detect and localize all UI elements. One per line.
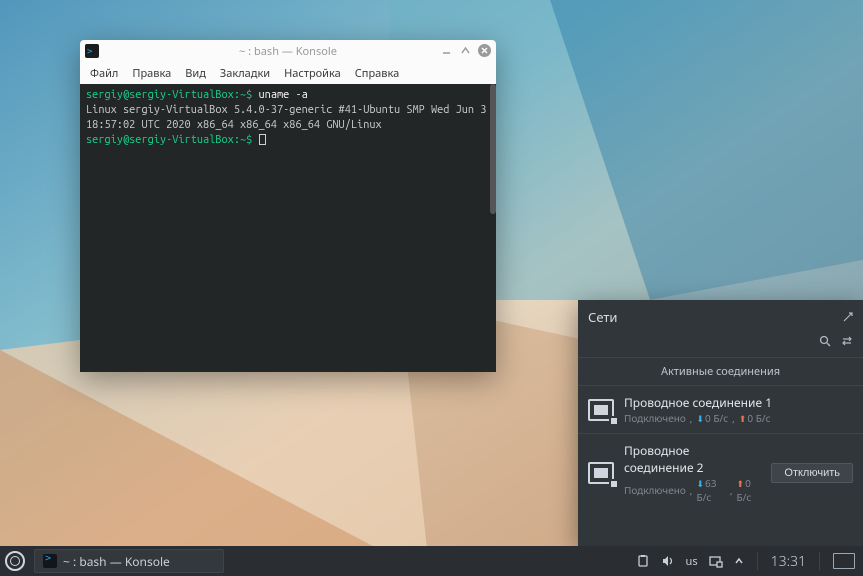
- konsole-app-icon: >: [85, 44, 99, 58]
- prompt: sergiy@sergiy-VirtualBox:~$: [86, 134, 252, 146]
- network-tray-icon[interactable]: [709, 554, 723, 568]
- rate-up: 0 Б/с: [739, 411, 771, 425]
- konsole-window[interactable]: > ~ : bash — Konsole Файл Правка Вид Зак…: [80, 40, 496, 372]
- konsole-icon: [43, 554, 57, 568]
- connection-row[interactable]: Проводное соединение 1 Подключено, 0 Б/с…: [578, 386, 863, 433]
- terminal-cursor: [259, 134, 266, 145]
- connection-name: Проводное соединение 1: [624, 394, 853, 411]
- command: uname -a: [259, 89, 308, 101]
- terminal-scrollbar[interactable]: [490, 84, 496, 214]
- menu-view[interactable]: Вид: [185, 66, 206, 81]
- taskbar-entry-konsole[interactable]: ~ : bash — Konsole: [34, 549, 224, 573]
- task-label: ~ : bash — Konsole: [63, 553, 170, 570]
- disconnect-button[interactable]: Отключить: [771, 463, 853, 483]
- rate-down: 63 Б/с: [696, 476, 725, 504]
- connection-name: Проводное соединение 2: [624, 442, 761, 476]
- refresh-icon[interactable]: [841, 334, 853, 351]
- network-title: Сети: [588, 308, 617, 326]
- menu-bookmarks[interactable]: Закладки: [220, 66, 270, 81]
- menu-file[interactable]: Файл: [90, 66, 118, 81]
- menu-help[interactable]: Справка: [355, 66, 399, 81]
- search-icon[interactable]: [819, 334, 831, 351]
- active-connections-header: Активные соединения: [578, 357, 863, 386]
- maximize-button[interactable]: [459, 44, 472, 57]
- system-tray: us 13:31: [636, 552, 863, 571]
- rate-up: 0 Б/с: [737, 476, 762, 504]
- volume-icon[interactable]: [661, 554, 675, 568]
- taskbar: ~ : bash — Konsole us 13:31: [0, 546, 863, 576]
- prompt: sergiy@sergiy-VirtualBox:~$: [86, 89, 252, 101]
- minimize-button[interactable]: [440, 44, 453, 57]
- clipboard-icon[interactable]: [636, 554, 650, 568]
- svg-text:>: >: [87, 47, 93, 57]
- plasma-logo-icon: [5, 551, 25, 571]
- keyboard-layout[interactable]: us: [686, 554, 698, 569]
- rate-down: 0 Б/с: [696, 411, 728, 425]
- application-launcher[interactable]: [0, 546, 30, 576]
- show-desktop-button[interactable]: [833, 553, 855, 569]
- terminal-area[interactable]: sergiy@sergiy-VirtualBox:~$ uname -a Lin…: [80, 84, 496, 372]
- connection-status: Подключено: [624, 483, 686, 497]
- close-button[interactable]: [478, 44, 491, 57]
- konsole-title: ~ : bash — Konsole: [239, 44, 337, 59]
- terminal-output: Linux sergiy-VirtualBox 5.4.0-37-generic…: [86, 103, 490, 133]
- konsole-menubar: Файл Правка Вид Закладки Настройка Справ…: [80, 62, 496, 84]
- connection-row[interactable]: Проводное соединение 2 Подключено, 63 Б/…: [578, 433, 863, 512]
- tray-expand-icon[interactable]: [734, 556, 744, 566]
- konsole-titlebar[interactable]: > ~ : bash — Konsole: [80, 40, 496, 62]
- pin-icon[interactable]: [843, 308, 853, 326]
- connection-status: Подключено: [624, 411, 686, 425]
- ethernet-icon: [588, 462, 614, 484]
- menu-settings[interactable]: Настройка: [284, 66, 341, 81]
- ethernet-icon: [588, 399, 614, 421]
- menu-edit[interactable]: Правка: [132, 66, 171, 81]
- network-applet: Сети Активные соединения Проводное соеди…: [578, 300, 863, 546]
- clock[interactable]: 13:31: [771, 552, 806, 571]
